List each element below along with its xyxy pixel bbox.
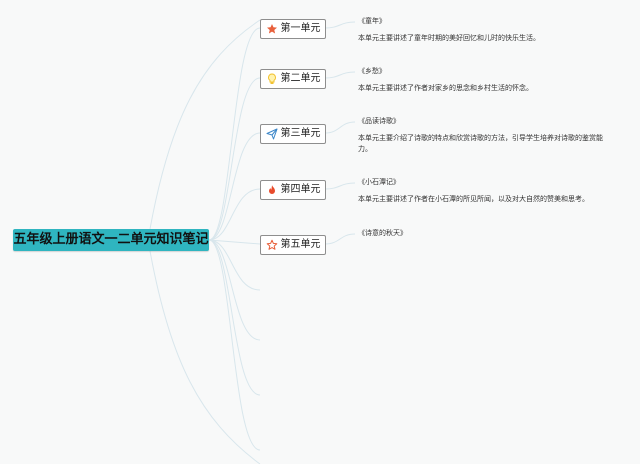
unit-note-3[interactable]: 《品读诗歌》 本单元主要介绍了诗歌的特点和欣赏诗歌的方法，引导学生培养对诗歌的鉴… bbox=[358, 116, 608, 155]
star-outline-icon bbox=[266, 239, 278, 251]
unit-note-5[interactable]: 《诗意的秋天》 bbox=[358, 228, 608, 239]
unit-node-4-label: 第四单元 bbox=[280, 184, 321, 195]
paper-plane-icon bbox=[266, 128, 278, 140]
root-topic[interactable]: 五年级上册语文一二单元知识笔记 bbox=[13, 229, 209, 251]
unit-node-1-label: 第一单元 bbox=[280, 23, 321, 34]
unit-node-4[interactable]: 第四单元 bbox=[260, 180, 326, 200]
unit-node-3[interactable]: 第三单元 bbox=[260, 124, 326, 144]
unit-note-2-book: 《乡愁》 bbox=[358, 67, 386, 75]
unit-note-2[interactable]: 《乡愁》 本单元主要讲述了作者对家乡的思念和乡村生活的怀念。 bbox=[358, 66, 608, 94]
unit-note-4-book: 《小石潭记》 bbox=[358, 178, 400, 186]
unit-note-5-book: 《诗意的秋天》 bbox=[358, 229, 407, 237]
unit-node-5-label: 第五单元 bbox=[280, 239, 321, 250]
mind-map-canvas: 五年级上册语文一二单元知识笔记 第一单元 《童年》 本单元主要讲述了童年时期的美… bbox=[0, 0, 640, 464]
connector-empty-4 bbox=[208, 239, 261, 451]
connector-note-5 bbox=[324, 233, 356, 245]
unit-node-5[interactable]: 第五单元 bbox=[260, 235, 326, 255]
unit-node-2[interactable]: 第二单元 bbox=[260, 69, 326, 89]
unit-note-1-book: 《童年》 bbox=[358, 17, 386, 25]
connector-note-1 bbox=[324, 21, 356, 29]
connector-note-3 bbox=[324, 121, 356, 134]
lightbulb-icon bbox=[266, 73, 278, 85]
flame-icon bbox=[266, 184, 278, 196]
unit-node-1[interactable]: 第一单元 bbox=[260, 19, 326, 39]
unit-note-2-description: 本单元主要讲述了作者对家乡的思念和乡村生活的怀念。 bbox=[358, 84, 533, 92]
connector-empty-3 bbox=[208, 239, 261, 396]
unit-note-3-description: 本单元主要介绍了诗歌的特点和欣赏诗歌的方法，引导学生培养对诗歌的鉴赏能力。 bbox=[358, 134, 603, 153]
unit-note-3-book: 《品读诗歌》 bbox=[358, 117, 400, 125]
connector-unit-1 bbox=[208, 27, 261, 241]
unit-note-4[interactable]: 《小石潭记》 本单元主要讲述了作者在小石潭的所见所闻，以及对大自然的赞美和思考。 bbox=[358, 177, 608, 205]
connector-empty-2 bbox=[208, 239, 261, 341]
connector-note-4 bbox=[324, 182, 356, 190]
unit-node-3-label: 第三单元 bbox=[280, 128, 321, 139]
unit-note-1[interactable]: 《童年》 本单元主要讲述了童年时期的美好回忆和儿时的快乐生活。 bbox=[358, 16, 608, 44]
star-filled-icon bbox=[266, 23, 278, 35]
unit-note-1-description: 本单元主要讲述了童年时期的美好回忆和儿时的快乐生活。 bbox=[358, 34, 540, 42]
connector-unit-2 bbox=[208, 77, 261, 241]
connector-note-2 bbox=[324, 71, 356, 79]
unit-node-2-label: 第二单元 bbox=[280, 73, 321, 84]
unit-note-4-description: 本单元主要讲述了作者在小石潭的所见所闻，以及对大自然的赞美和思考。 bbox=[358, 195, 589, 203]
root-topic-label: 五年级上册语文一二单元知识笔记 bbox=[13, 232, 209, 247]
